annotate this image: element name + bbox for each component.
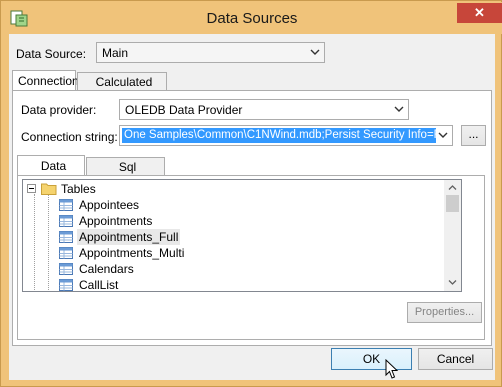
scroll-up-icon[interactable]	[448, 184, 457, 191]
datasource-label: Data Source:	[16, 47, 87, 61]
provider-value: OLEDB Data Provider	[125, 103, 243, 117]
dialog-window: Data Sources ✕ Data Source: Main Connect…	[0, 0, 502, 387]
connection-panel: Data provider: OLEDB Data Provider Conne…	[12, 90, 492, 346]
table-icon	[59, 215, 73, 227]
tree-connector	[34, 194, 35, 291]
connection-string-value: One Samples\Common\C1NWind.mdb;Persist S…	[124, 129, 436, 141]
chevron-down-icon	[310, 49, 320, 55]
provider-select[interactable]: OLEDB Data Provider	[119, 99, 409, 120]
datasource-value: Main	[102, 46, 129, 60]
scroll-down-icon[interactable]	[448, 279, 457, 286]
ok-button[interactable]: OK	[331, 348, 412, 370]
data-source-panel: Tables Appointees Appointments Appointme…	[17, 175, 485, 340]
connection-string-input[interactable]: One Samples\Common\C1NWind.mdb;Persist S…	[119, 125, 453, 146]
tab-data-source[interactable]: Data source	[17, 155, 85, 187]
collapse-icon[interactable]	[27, 184, 36, 193]
tree-item-label: Tables	[61, 182, 96, 196]
tab-connection-label: Connection	[18, 74, 79, 88]
table-icon	[59, 279, 73, 291]
chevron-down-icon	[438, 132, 448, 138]
properties-button[interactable]: Properties...	[407, 302, 482, 323]
tree-item-label: Appointees	[79, 198, 140, 212]
tables-tree[interactable]: Tables Appointees Appointments Appointme…	[22, 179, 462, 292]
connection-string-selection: One Samples\Common\C1NWind.mdb;Persist S…	[122, 128, 436, 143]
folder-icon	[41, 183, 57, 195]
provider-label: Data provider:	[21, 103, 97, 117]
dialog-body: Data Source: Main Connection Calculated …	[9, 34, 495, 380]
tree-item-label: Appointments_Multi	[79, 246, 185, 260]
table-icon	[59, 247, 73, 259]
table-icon	[59, 263, 73, 275]
title-bar[interactable]: Data Sources ✕	[2, 2, 502, 34]
window-title: Data Sources	[206, 10, 298, 27]
mouse-cursor-icon	[385, 359, 399, 379]
tree-item-label: Appointments_Full	[77, 229, 181, 245]
cancel-button[interactable]: Cancel	[418, 348, 493, 370]
browse-button[interactable]: ...	[461, 125, 486, 146]
tree-scrollbar[interactable]	[444, 180, 461, 291]
tree-item-label: Calendars	[79, 262, 134, 276]
chevron-down-icon	[394, 106, 404, 112]
tree-item-label: CallList	[79, 278, 119, 292]
connection-string-label: Connection string:	[21, 130, 118, 144]
tab-calculated-fields[interactable]: Calculated Fields	[77, 72, 167, 103]
table-icon	[59, 231, 73, 243]
tab-connection[interactable]: Connection	[12, 70, 79, 91]
close-button[interactable]: ✕	[457, 3, 502, 23]
table-icon	[59, 199, 73, 211]
datasource-select[interactable]: Main	[96, 42, 325, 63]
tree-item-label: Appointments	[79, 214, 153, 228]
scroll-thumb[interactable]	[446, 195, 459, 212]
tab-sql-statement[interactable]: Sql statement	[86, 157, 165, 188]
tree-connector	[48, 194, 49, 291]
